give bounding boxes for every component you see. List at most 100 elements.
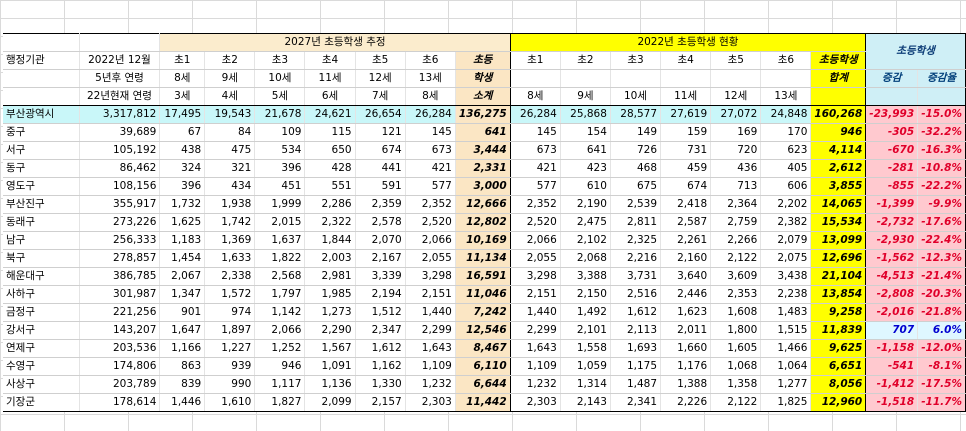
age-now-header[interactable]: 5세 xyxy=(254,87,306,106)
current-2022-cell[interactable]: 405 xyxy=(760,159,812,178)
change-rate-cell[interactable]: -11.7% xyxy=(917,393,966,412)
current-2022-cell[interactable]: 2,202 xyxy=(760,195,812,214)
current-2022-cell[interactable]: 1,605 xyxy=(710,339,762,358)
change-cell[interactable]: -281 xyxy=(865,159,919,178)
change-rate-cell[interactable]: -10.8% xyxy=(917,159,966,178)
change-rate-cell[interactable]: -15.0% xyxy=(917,105,966,124)
population-cell[interactable]: 301,987 xyxy=(79,285,161,304)
subtotal-2027-cell[interactable]: 3,444 xyxy=(455,141,511,160)
current-2022-cell[interactable]: 2,150 xyxy=(560,285,611,304)
est-2027-cell[interactable]: 24,621 xyxy=(304,105,356,124)
subtotal27-header[interactable]: 학생 xyxy=(455,69,511,88)
current-2022-cell[interactable]: 2,151 xyxy=(510,285,561,304)
current-2022-cell[interactable]: 1,825 xyxy=(760,393,812,412)
est-2027-cell[interactable]: 121 xyxy=(355,123,406,142)
current-2022-cell[interactable]: 1,358 xyxy=(710,375,762,394)
est-2027-cell[interactable]: 1,572 xyxy=(204,285,256,304)
age-now-header[interactable]: 8세 xyxy=(405,87,456,106)
est-2027-cell[interactable]: 1,732 xyxy=(159,195,206,214)
header-cell[interactable] xyxy=(610,69,662,88)
est-2027-cell[interactable]: 2,290 xyxy=(304,321,356,340)
current-2022-cell[interactable]: 2,520 xyxy=(510,213,561,232)
est-2027-cell[interactable]: 1,647 xyxy=(159,321,206,340)
subtotal-2027-cell[interactable]: 6,110 xyxy=(455,357,511,376)
header-cell[interactable] xyxy=(3,87,80,106)
est-2027-cell[interactable]: 2,151 xyxy=(405,285,456,304)
est-2027-cell[interactable]: 1,091 xyxy=(304,357,356,376)
subtotal27-header[interactable]: 소계 xyxy=(455,87,511,106)
est-2027-cell[interactable]: 2,003 xyxy=(304,249,356,268)
change-cell[interactable]: 707 xyxy=(865,321,919,340)
change-rate-cell[interactable]: -12.0% xyxy=(917,339,966,358)
current-2022-cell[interactable]: 28,577 xyxy=(610,105,662,124)
current-2022-cell[interactable]: 2,079 xyxy=(760,231,812,250)
current-2022-cell[interactable]: 2,190 xyxy=(560,195,611,214)
grade22-header[interactable]: 초5 xyxy=(710,51,762,70)
est-2027-cell[interactable]: 2,322 xyxy=(304,213,356,232)
region-name-cell[interactable]: 부산광역시 xyxy=(3,105,80,124)
current-2022-cell[interactable]: 1,643 xyxy=(510,339,561,358)
age-now-header[interactable]: 4세 xyxy=(204,87,256,106)
est-2027-cell[interactable]: 2,167 xyxy=(355,249,406,268)
region-name-cell[interactable]: 금정구 xyxy=(3,303,80,322)
est-2027-cell[interactable]: 1,633 xyxy=(204,249,256,268)
est-2027-cell[interactable]: 2,578 xyxy=(355,213,406,232)
region-name-cell[interactable]: 연제구 xyxy=(3,339,80,358)
age-now-header[interactable]: 7세 xyxy=(355,87,406,106)
est-2027-cell[interactable]: 2,194 xyxy=(355,285,406,304)
age22-header[interactable]: 12세 xyxy=(710,87,762,106)
est-2027-cell[interactable]: 2,055 xyxy=(405,249,456,268)
current-2022-cell[interactable]: 726 xyxy=(610,141,662,160)
est-2027-cell[interactable]: 1,330 xyxy=(355,375,406,394)
region-name-cell[interactable]: 동래구 xyxy=(3,213,80,232)
est-2027-cell[interactable]: 2,338 xyxy=(204,267,256,286)
est-2027-cell[interactable]: 26,654 xyxy=(355,105,406,124)
est-2027-cell[interactable]: 946 xyxy=(254,357,306,376)
grade27-header[interactable]: 초1 xyxy=(159,51,206,70)
est-2027-cell[interactable]: 1,369 xyxy=(204,231,256,250)
current-2022-cell[interactable]: 3,609 xyxy=(710,267,762,286)
change-cell[interactable]: -2,016 xyxy=(865,303,919,322)
subtotal-2027-cell[interactable]: 7,242 xyxy=(455,303,511,322)
agency-header[interactable]: 행정기관 xyxy=(3,51,80,70)
current-2022-cell[interactable]: 731 xyxy=(660,141,712,160)
est-2027-cell[interactable]: 1,252 xyxy=(254,339,306,358)
population-cell[interactable]: 386,785 xyxy=(79,267,161,286)
current-2022-cell[interactable]: 1,109 xyxy=(510,357,561,376)
est-2027-cell[interactable]: 3,339 xyxy=(355,267,406,286)
current-2022-cell[interactable]: 2,075 xyxy=(760,249,812,268)
grade22-header[interactable]: 초3 xyxy=(610,51,662,70)
est-2027-cell[interactable]: 1,625 xyxy=(159,213,206,232)
est-2027-cell[interactable]: 2,099 xyxy=(304,393,356,412)
subtotal-2027-cell[interactable]: 11,046 xyxy=(455,285,511,304)
est-2027-cell[interactable]: 396 xyxy=(159,177,206,196)
total22-header[interactable]: 합계 xyxy=(810,69,867,88)
current-2022-cell[interactable]: 2,266 xyxy=(710,231,762,250)
region-name-cell[interactable]: 영도구 xyxy=(3,177,80,196)
current-2022-cell[interactable]: 159 xyxy=(660,123,712,142)
est-2027-cell[interactable]: 67 xyxy=(159,123,206,142)
total-2022-cell[interactable]: 14,065 xyxy=(810,195,867,214)
current-2022-cell[interactable]: 1,175 xyxy=(610,357,662,376)
header-cell[interactable] xyxy=(79,33,161,52)
current-2022-cell[interactable]: 3,731 xyxy=(610,267,662,286)
subtotal-2027-cell[interactable]: 2,331 xyxy=(455,159,511,178)
age27-header[interactable]: 9세 xyxy=(204,69,256,88)
age27-header[interactable]: 12세 xyxy=(355,69,406,88)
est-2027-cell[interactable]: 1,109 xyxy=(405,357,456,376)
change-rate-cell[interactable]: -22.4% xyxy=(917,231,966,250)
est-2027-cell[interactable]: 1,512 xyxy=(355,303,406,322)
current-2022-cell[interactable]: 1,314 xyxy=(560,375,611,394)
current-2022-cell[interactable]: 2,759 xyxy=(710,213,762,232)
total-2022-cell[interactable]: 3,855 xyxy=(810,177,867,196)
change-rate-cell[interactable]: -9.9% xyxy=(917,195,966,214)
region-name-cell[interactable]: 기장군 xyxy=(3,393,80,412)
age22-header[interactable]: 11세 xyxy=(660,87,712,106)
region-name-cell[interactable]: 남구 xyxy=(3,231,80,250)
age22-header[interactable]: 8세 xyxy=(510,87,561,106)
total-2022-cell[interactable]: 946 xyxy=(810,123,867,142)
est-2027-cell[interactable]: 2,066 xyxy=(254,321,306,340)
grade27-header[interactable]: 초6 xyxy=(405,51,456,70)
est-2027-cell[interactable]: 1,938 xyxy=(204,195,256,214)
est-2027-cell[interactable]: 939 xyxy=(204,357,256,376)
